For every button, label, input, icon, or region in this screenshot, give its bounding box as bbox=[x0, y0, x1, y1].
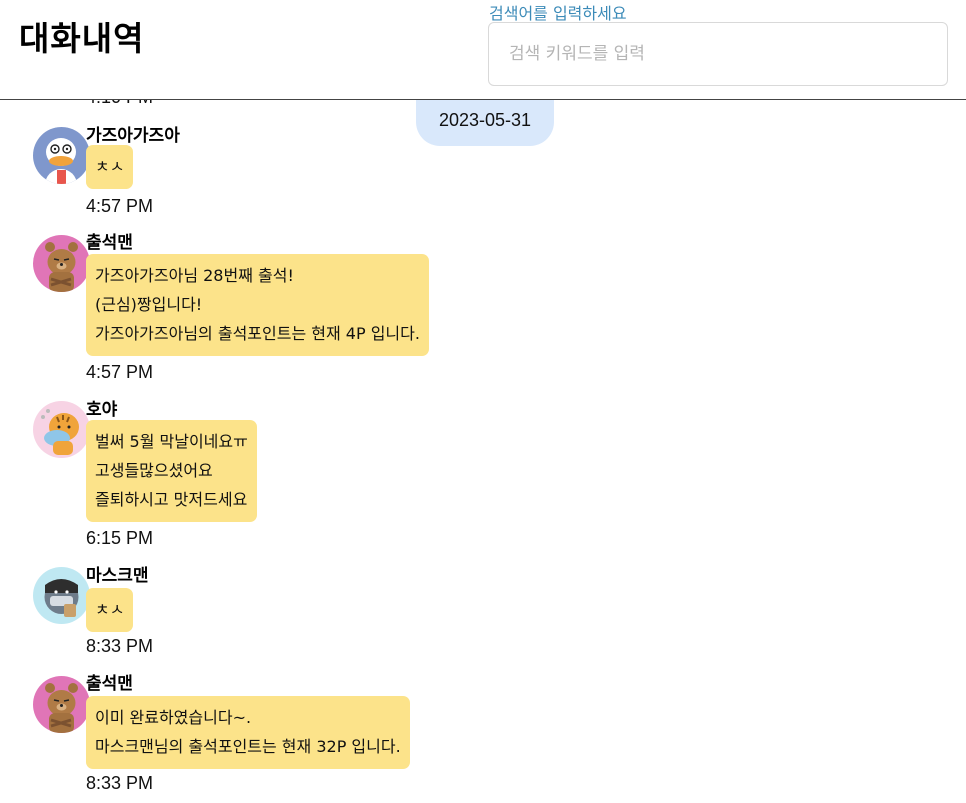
message-text: (근심)짱입니다! bbox=[95, 295, 203, 314]
tiger-avatar-icon[interactable] bbox=[33, 401, 90, 458]
message-text: 벌써 5월 막날이네요ㅠ bbox=[95, 432, 248, 451]
search-input[interactable] bbox=[488, 22, 948, 86]
sender-name: 출석맨 bbox=[86, 233, 133, 253]
message-time: 8:33 PM bbox=[86, 636, 154, 656]
date-separator: 2023-05-31 bbox=[416, 100, 554, 146]
search-label: 검색어를 입력하세요 bbox=[489, 4, 627, 23]
message-text: ㅊㅅ bbox=[95, 157, 125, 176]
duck-avatar-icon[interactable] bbox=[33, 127, 90, 184]
bear-avatar-icon[interactable] bbox=[33, 676, 90, 733]
sender-name: 가즈아가즈아 bbox=[86, 126, 180, 146]
message-time: 6:15 PM bbox=[86, 528, 154, 548]
masked-character-avatar-icon[interactable] bbox=[33, 567, 90, 624]
sender-name: 호야 bbox=[86, 400, 118, 420]
message-text: 즐퇴하시고 맛저드세요 bbox=[95, 490, 248, 509]
message-text: 가즈아가즈아님 28번째 출석! bbox=[95, 266, 294, 285]
message-text: 가즈아가즈아님의 출석포인트는 현재 4P 입니다. bbox=[95, 324, 420, 343]
header-divider bbox=[0, 99, 966, 100]
message-time: 4:57 PM bbox=[86, 362, 154, 382]
message-text: 마스크맨님의 출석포인트는 현재 32P 입니다. bbox=[95, 737, 401, 756]
message-text: ㅊㅅ bbox=[95, 600, 125, 619]
sender-name: 출석맨 bbox=[86, 674, 133, 694]
message-bubble[interactable]: 가즈아가즈아님 28번째 출석! (근심)짱입니다! 가즈아가즈아님의 출석포인… bbox=[86, 254, 429, 356]
message-text: 이미 완료하였습니다~. bbox=[95, 708, 252, 727]
message-bubble[interactable]: ㅊㅅ bbox=[86, 145, 134, 189]
chat-list[interactable]: 4:10 PM 2023-05-31 가즈아가즈아 ㅊㅅ 4:57 PM bbox=[0, 100, 966, 803]
message-bubble[interactable]: 이미 완료하였습니다~. 마스크맨님의 출석포인트는 현재 32P 입니다. bbox=[86, 696, 410, 769]
message-time: 4:10 PM bbox=[86, 100, 153, 108]
page-header: 대화내역 검색어를 입력하세요 bbox=[0, 0, 966, 100]
message-bubble[interactable]: 벌써 5월 막날이네요ㅠ 고생들많으셨어요 즐퇴하시고 맛저드세요 bbox=[86, 420, 257, 522]
message-time: 4:57 PM bbox=[86, 196, 154, 216]
message-bubble[interactable]: ㅊㅅ bbox=[86, 588, 134, 632]
message-text: 고생들많으셨어요 bbox=[95, 461, 213, 480]
message-time: 8:33 PM bbox=[86, 773, 154, 793]
page-title: 대화내역 bbox=[19, 19, 145, 58]
sender-name: 마스크맨 bbox=[86, 566, 149, 586]
bear-avatar-icon[interactable] bbox=[33, 235, 90, 292]
